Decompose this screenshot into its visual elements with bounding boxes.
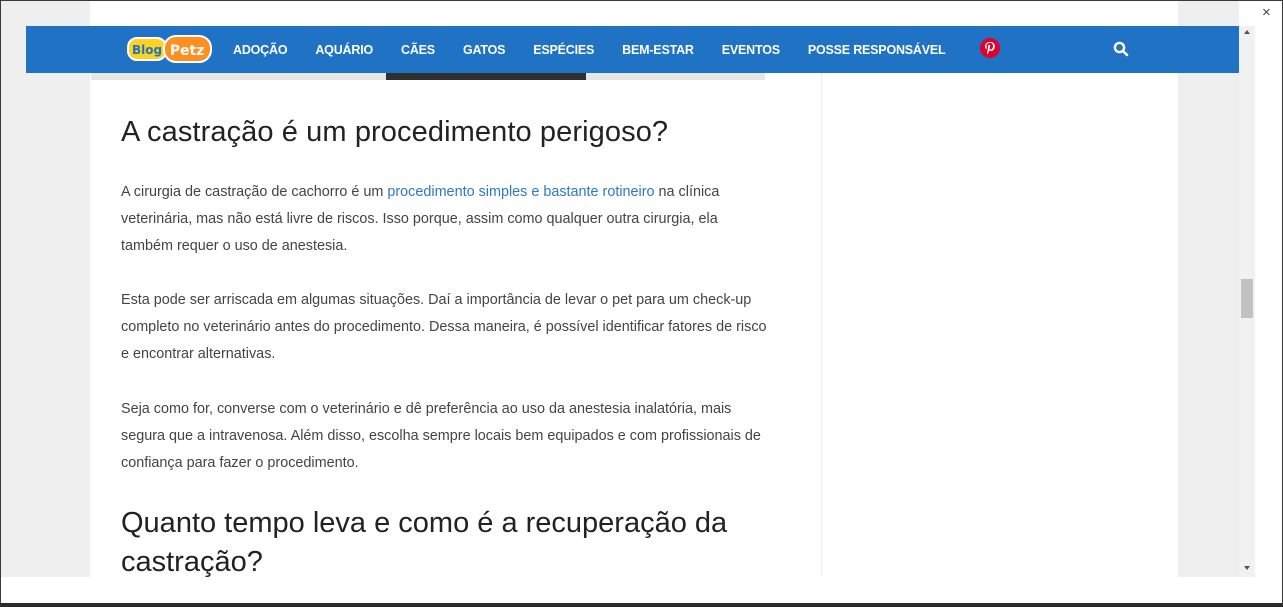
logo-text-petz: Petz bbox=[170, 43, 205, 59]
top-navbar: Blog Petz ADOÇÃO AQUÁRIO CÃES GATOS ESPÉ… bbox=[26, 26, 1239, 73]
search-icon[interactable] bbox=[1112, 40, 1130, 58]
sidebar-divider bbox=[821, 72, 822, 576]
close-icon[interactable]: × bbox=[1262, 5, 1271, 20]
blogpetz-logo[interactable]: Blog Petz bbox=[127, 34, 213, 64]
nav-item-eventos[interactable]: EVENTOS bbox=[722, 43, 780, 57]
nav-item-gatos[interactable]: GATOS bbox=[463, 43, 505, 57]
pinterest-icon[interactable] bbox=[980, 38, 1000, 58]
scroll-up-arrow-icon[interactable] bbox=[1244, 30, 1250, 34]
article-paragraph-1: A cirurgia de castração de cachorro é um… bbox=[121, 179, 771, 260]
nav-item-bem-estar[interactable]: BEM-ESTAR bbox=[622, 43, 694, 57]
article-paragraph-3: Seja como for, converse com o veterinári… bbox=[121, 401, 761, 471]
nav-item-aquario[interactable]: AQUÁRIO bbox=[315, 43, 373, 57]
article-paragraph-2: Esta pode ser arriscada em algumas situa… bbox=[121, 292, 767, 362]
section-heading-castration-risk: A castração é um procedimento perigoso? bbox=[121, 116, 669, 148]
nav-item-posse-responsavel[interactable]: POSSE RESPONSÁVEL bbox=[808, 43, 946, 57]
nav-item-caes[interactable]: CÃES bbox=[401, 43, 435, 57]
nav-item-adocao[interactable]: ADOÇÃO bbox=[233, 43, 288, 57]
scroll-down-arrow-icon[interactable] bbox=[1244, 566, 1250, 570]
nav-item-especies[interactable]: ESPÉCIES bbox=[533, 43, 594, 57]
scrollbar-thumb[interactable] bbox=[1241, 279, 1253, 318]
nav-menu: ADOÇÃO AQUÁRIO CÃES GATOS ESPÉCIES BEM-E… bbox=[233, 26, 973, 73]
article-image-dark-edge bbox=[386, 72, 586, 80]
logo-text-blog: Blog bbox=[132, 43, 162, 57]
paragraph-1-text-start: A cirurgia de castração de cachorro é um bbox=[121, 184, 388, 200]
link-procedimento-simples[interactable]: procedimento simples e bastante rotineir… bbox=[387, 184, 654, 200]
section-heading-recovery: Quanto tempo leva e como é a recuperação… bbox=[121, 507, 728, 578]
